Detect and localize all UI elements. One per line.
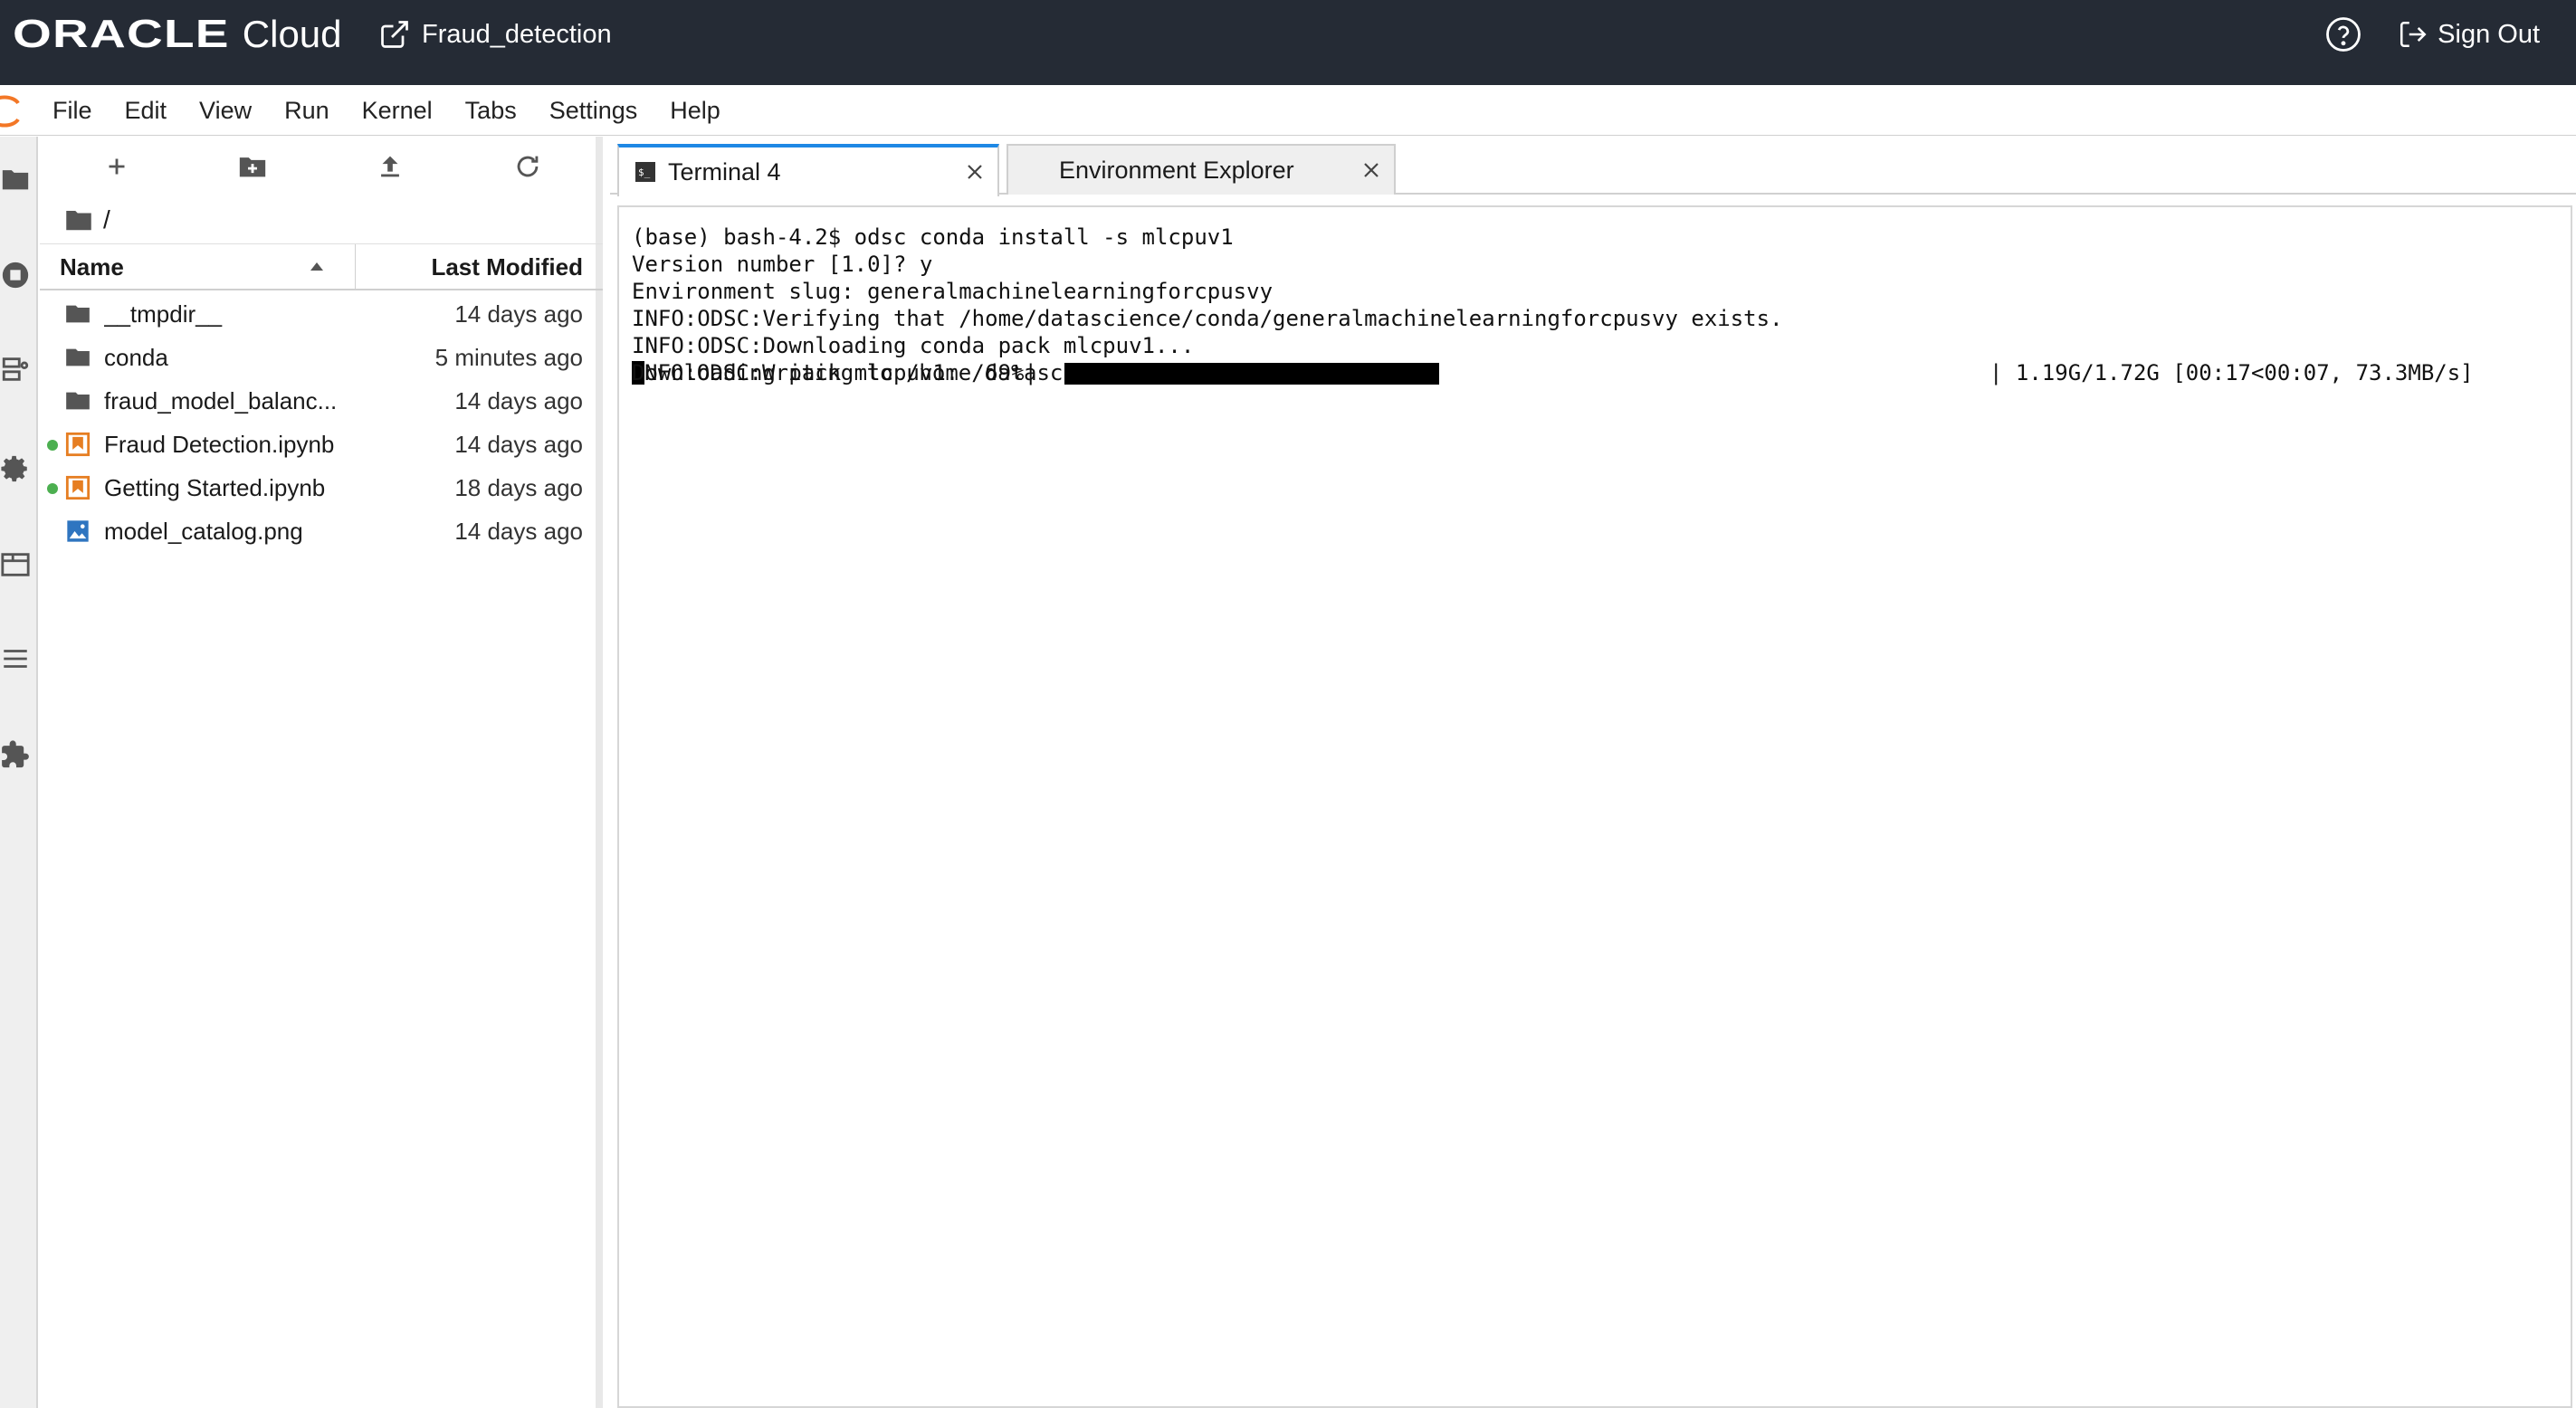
menu-kernel[interactable]: Kernel [362, 97, 433, 125]
file-modified: 14 days ago [454, 518, 583, 545]
notebook-icon [65, 475, 91, 500]
main-area: $_ Terminal 4 Environment Explorer (base… [610, 137, 2576, 1408]
help-icon[interactable] [2324, 15, 2362, 53]
tab-label: Environment Explorer [1059, 156, 1294, 184]
project-name: Fraud_detection [422, 19, 612, 49]
menu-run[interactable]: Run [284, 97, 329, 125]
progress-bar [1064, 363, 1979, 385]
breadcrumb-path: / [103, 205, 110, 233]
tab-label: Terminal 4 [668, 157, 781, 186]
terminal-line: INFO:ODSC:Downloading conda pack mlcpuv1… [632, 333, 1195, 358]
download-progress-line: Downloading pack mlcpuv1: 69%| | 1.19G/1… [632, 359, 2560, 386]
table-of-contents-icon[interactable] [0, 643, 31, 674]
progress-suffix: | 1.19G/1.72G [00:17<00:07, 73.3MB/s] [1989, 360, 2474, 385]
image-file-icon [67, 520, 89, 542]
menu-view[interactable]: View [199, 97, 252, 125]
progress-prefix: Downloading pack mlcpuv1: 69%| [632, 360, 1037, 385]
brand-oracle: ORACLE [13, 12, 230, 56]
file-modified: 5 minutes ago [434, 344, 583, 371]
progress-bar-fill [1064, 363, 1440, 385]
refresh-icon[interactable] [512, 151, 543, 182]
extension-icon[interactable] [0, 739, 31, 770]
file-modified: 18 days ago [454, 474, 583, 501]
terminal-line: Environment slug: generalmachinelearning… [632, 279, 1274, 304]
file-browser-toolbar [40, 137, 596, 196]
file-list: __tmpdir__ 14 days ago conda 5 minutes a… [40, 292, 603, 553]
terminal-line: Version number [1.0]? y [632, 252, 933, 277]
close-icon[interactable] [1361, 160, 1381, 180]
sign-out-button[interactable]: Sign Out [2398, 16, 2540, 52]
terminal-line: INFO:ODSC:Verifying that /home/datascien… [632, 306, 1783, 331]
terminal-icon: $_ [635, 162, 655, 182]
file-row-conda[interactable]: conda 5 minutes ago [40, 336, 603, 379]
folder-icon[interactable] [0, 164, 31, 195]
file-browser: / Name Last Modified __tmpdir__ 14 days … [40, 137, 603, 1408]
column-modified-label: Last Modified [431, 252, 583, 281]
sort-ascending-icon[interactable] [308, 259, 326, 275]
file-modified: 14 days ago [454, 387, 583, 414]
file-modified: 14 days ago [454, 300, 583, 328]
file-modified: 14 days ago [454, 431, 583, 458]
file-row-tmpdir[interactable]: __tmpdir__ 14 days ago [40, 292, 603, 336]
project-link[interactable]: Fraud_detection [378, 16, 612, 52]
running-indicator [47, 483, 58, 494]
oracle-cloud-logo[interactable]: ORACLE Cloud [13, 12, 342, 56]
folder-icon [66, 211, 91, 231]
sign-out-label: Sign Out [2438, 19, 2540, 49]
upload-icon[interactable] [375, 151, 405, 182]
column-header-modified[interactable]: Last Modified [431, 244, 583, 290]
brand-cloud: Cloud [242, 13, 342, 55]
tab-bar: $_ Terminal 4 Environment Explorer [610, 144, 2576, 196]
tabs-icon[interactable] [0, 549, 31, 580]
column-name-label: Name [60, 252, 124, 281]
menu-bar: File Edit View Run Kernel Tabs Settings … [0, 85, 2576, 136]
close-icon[interactable] [965, 162, 985, 182]
file-name: conda [104, 344, 168, 371]
top-header: ORACLE Cloud Fraud_detection Sign Out [0, 0, 2576, 85]
menu-help[interactable]: Help [670, 97, 720, 125]
sign-out-icon [2400, 21, 2427, 48]
running-indicator [47, 440, 58, 451]
file-name: model_catalog.png [104, 518, 303, 545]
running-sessions-icon[interactable] [0, 260, 31, 290]
folder-icon [66, 348, 90, 366]
svg-text:$_: $_ [638, 166, 651, 178]
menu-edit[interactable]: Edit [125, 97, 167, 125]
file-name: Getting Started.ipynb [104, 474, 326, 501]
notebook-icon [65, 432, 91, 457]
folder-icon [66, 305, 90, 323]
file-row-model-catalog-image[interactable]: model_catalog.png 14 days ago [40, 509, 603, 553]
menu-file[interactable]: File [52, 97, 92, 125]
file-row-getting-started-notebook[interactable]: Getting Started.ipynb 18 days ago [40, 466, 603, 509]
folder-icon [66, 392, 90, 410]
activity-bar [0, 137, 38, 1408]
file-name: __tmpdir__ [104, 300, 223, 328]
git-icon[interactable] [0, 354, 31, 385]
file-row-fraud-model[interactable]: fraud_model_balanc... 14 days ago [40, 379, 603, 423]
listing-header: Name Last Modified [40, 243, 603, 290]
terminal-panel[interactable]: (base) bash-4.2$ odsc conda install -s m… [617, 205, 2572, 1408]
file-row-fraud-detection-notebook[interactable]: Fraud Detection.ipynb 14 days ago [40, 423, 603, 466]
file-name: fraud_model_balanc... [104, 387, 338, 414]
external-link-icon [381, 21, 408, 48]
jupyter-logo-icon [0, 95, 20, 128]
tab-environment-explorer[interactable]: Environment Explorer [1007, 144, 1396, 195]
tab-terminal-4[interactable]: $_ Terminal 4 [617, 144, 999, 196]
file-name: Fraud Detection.ipynb [104, 431, 335, 458]
terminal-line: (base) bash-4.2$ odsc conda install -s m… [632, 224, 1234, 250]
new-launcher-icon[interactable] [101, 151, 132, 182]
menu-settings[interactable]: Settings [549, 97, 638, 125]
column-divider[interactable] [355, 244, 356, 290]
gear-icon[interactable] [0, 453, 31, 484]
new-folder-icon[interactable] [237, 151, 268, 182]
menu-tabs[interactable]: Tabs [465, 97, 517, 125]
breadcrumb[interactable]: / [65, 202, 110, 238]
